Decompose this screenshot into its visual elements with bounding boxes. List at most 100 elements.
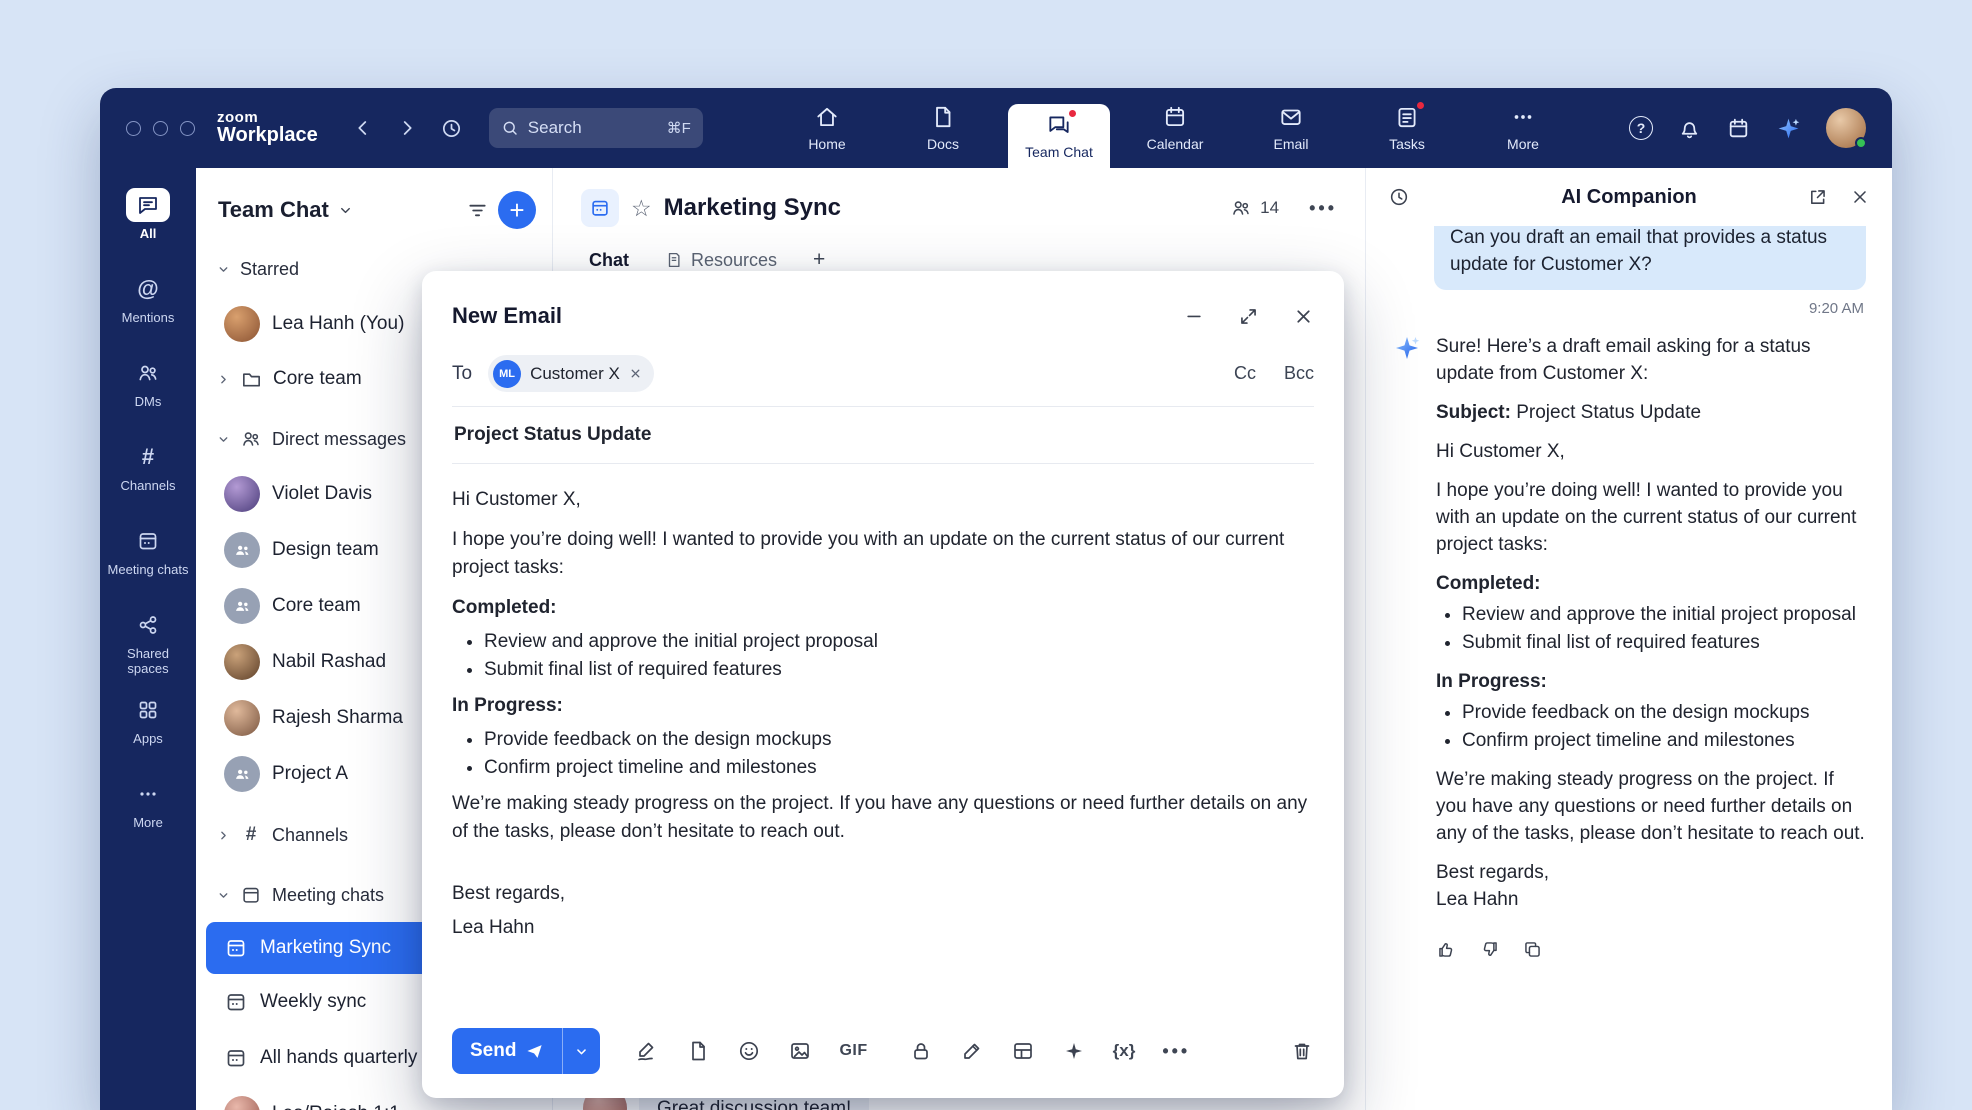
rail-item-more[interactable]: More	[103, 769, 193, 853]
chevron-down-icon[interactable]	[338, 203, 352, 218]
thumbs-up-icon[interactable]	[1436, 939, 1457, 960]
forward-icon[interactable]	[396, 117, 418, 139]
tab-home[interactable]: Home	[776, 88, 878, 168]
close-panel-icon[interactable]	[1850, 187, 1870, 208]
new-chat-button[interactable]: +	[498, 191, 536, 229]
filter-icon[interactable]	[466, 199, 489, 222]
more-icon	[1510, 104, 1536, 130]
open-in-window-icon[interactable]	[1807, 187, 1828, 208]
calendar-quick-icon[interactable]	[1726, 116, 1751, 141]
channel-options-icon[interactable]: •••	[1309, 198, 1337, 219]
rail-item-apps[interactable]: Apps	[103, 685, 193, 769]
user-avatar[interactable]	[1826, 108, 1866, 148]
minimize-window-button[interactable]	[153, 121, 168, 136]
add-tab-button[interactable]: +	[813, 248, 825, 272]
delete-draft-icon[interactable]	[1290, 1039, 1314, 1063]
resources-icon	[665, 251, 683, 269]
ai-intro: Sure! Here’s a draft email asking for a …	[1436, 333, 1866, 387]
people-icon	[240, 428, 262, 450]
email-body-editor[interactable]: Hi Customer X, I hope you’re doing well!…	[452, 486, 1314, 942]
image-icon[interactable]	[788, 1039, 812, 1063]
sidebar-title[interactable]: Team Chat	[218, 197, 329, 223]
tab-resources[interactable]: Resources	[665, 250, 777, 271]
member-count[interactable]: 14	[1230, 197, 1279, 219]
list-item: Review and approve the initial project p…	[484, 628, 1314, 656]
edit-icon[interactable]	[960, 1039, 984, 1063]
search-input[interactable]	[528, 118, 638, 138]
tab-calendar[interactable]: Calendar	[1124, 88, 1226, 168]
help-icon[interactable]: ?	[1629, 116, 1653, 140]
ai-reply: Sure! Here’s a draft email asking for a …	[1392, 333, 1866, 925]
team-chat-badge	[1067, 108, 1078, 119]
close-icon[interactable]	[1293, 306, 1314, 327]
rail-item-dms[interactable]: DMs	[103, 348, 193, 432]
mentions-icon: @	[126, 272, 170, 306]
send-options-button[interactable]	[562, 1028, 600, 1074]
list-item: Confirm project timeline and milestones	[1462, 727, 1866, 754]
remove-recipient-icon[interactable]	[629, 367, 642, 380]
docs-icon	[930, 104, 956, 130]
rail-item-channels[interactable]: # Channels	[103, 432, 193, 516]
search-bar[interactable]: ⌘F	[489, 108, 703, 148]
ai-compose-icon[interactable]	[1062, 1039, 1086, 1063]
list-item: Submit final list of required features	[1462, 629, 1866, 656]
copy-icon[interactable]	[1522, 939, 1543, 960]
tab-docs[interactable]: Docs	[892, 88, 994, 168]
ai-inprogress-label: In Progress:	[1436, 668, 1866, 695]
message-timestamp: 9:20 AM	[1392, 300, 1864, 317]
list-item: Review and approve the initial project p…	[1462, 601, 1866, 628]
email-greeting: Hi Customer X,	[452, 486, 1314, 514]
ai-inprogress-list: Provide feedback on the design mockups C…	[1436, 699, 1866, 754]
gif-button[interactable]: GIF	[839, 1042, 867, 1060]
lock-icon[interactable]	[909, 1039, 933, 1063]
variables-button[interactable]: {x}	[1113, 1041, 1136, 1061]
signature-icon[interactable]	[635, 1039, 659, 1063]
chevron-right-icon	[216, 829, 230, 842]
expand-icon[interactable]	[1238, 306, 1259, 327]
to-label: To	[452, 363, 472, 385]
notifications-icon[interactable]	[1677, 116, 1702, 141]
close-window-button[interactable]	[126, 121, 141, 136]
ai-signoff: Best regards,	[1436, 859, 1866, 886]
tab-tasks[interactable]: Tasks	[1356, 88, 1458, 168]
ai-closing: We’re making steady progress on the proj…	[1436, 766, 1866, 847]
zoom-workplace-logo: zoom Workplace	[217, 110, 318, 147]
tab-chat[interactable]: Chat	[589, 250, 629, 271]
attach-file-icon[interactable]	[686, 1039, 710, 1063]
meeting-chat-icon	[224, 990, 248, 1014]
meeting-chat-icon	[224, 1046, 248, 1070]
send-button[interactable]: Send	[452, 1028, 562, 1074]
minimize-icon[interactable]	[1184, 306, 1204, 326]
shared-spaces-icon	[126, 608, 170, 642]
zoom-window-button[interactable]	[180, 121, 195, 136]
template-icon[interactable]	[1011, 1039, 1035, 1063]
emoji-icon[interactable]	[737, 1039, 761, 1063]
cc-button[interactable]: Cc	[1234, 363, 1256, 384]
thumbs-down-icon[interactable]	[1479, 939, 1500, 960]
star-channel-button[interactable]: ☆	[631, 197, 652, 220]
new-email-modal: New Email To ML Customer X Cc Bcc Projec…	[422, 271, 1344, 1098]
tab-team-chat[interactable]: Team Chat	[1008, 104, 1110, 168]
avatar	[224, 700, 260, 736]
subject-field[interactable]: Project Status Update	[452, 407, 1314, 464]
ai-greeting: Hi Customer X,	[1436, 438, 1866, 465]
history-icon[interactable]	[440, 117, 463, 140]
rail-item-mentions[interactable]: @ Mentions	[103, 264, 193, 348]
tab-more[interactable]: More	[1472, 88, 1574, 168]
status-dot	[1855, 137, 1867, 149]
more-options-icon[interactable]: •••	[1162, 1041, 1190, 1062]
tab-email[interactable]: Email	[1240, 88, 1342, 168]
ai-subject-line: Subject: Project Status Update	[1436, 399, 1866, 426]
avatar	[224, 644, 260, 680]
meeting-chat-icon	[224, 936, 248, 960]
rail-item-all[interactable]: All	[103, 180, 193, 264]
recipient-chip[interactable]: ML Customer X	[488, 355, 654, 392]
tasks-icon	[1394, 104, 1420, 130]
hash-icon: #	[240, 824, 262, 846]
recipient-name: Customer X	[530, 364, 620, 384]
rail-item-meeting-chats[interactable]: Meeting chats	[103, 516, 193, 600]
back-icon[interactable]	[352, 117, 374, 139]
ai-companion-icon[interactable]	[1775, 115, 1802, 142]
bcc-button[interactable]: Bcc	[1284, 363, 1314, 384]
rail-item-shared-spaces[interactable]: Shared spaces	[103, 600, 193, 685]
